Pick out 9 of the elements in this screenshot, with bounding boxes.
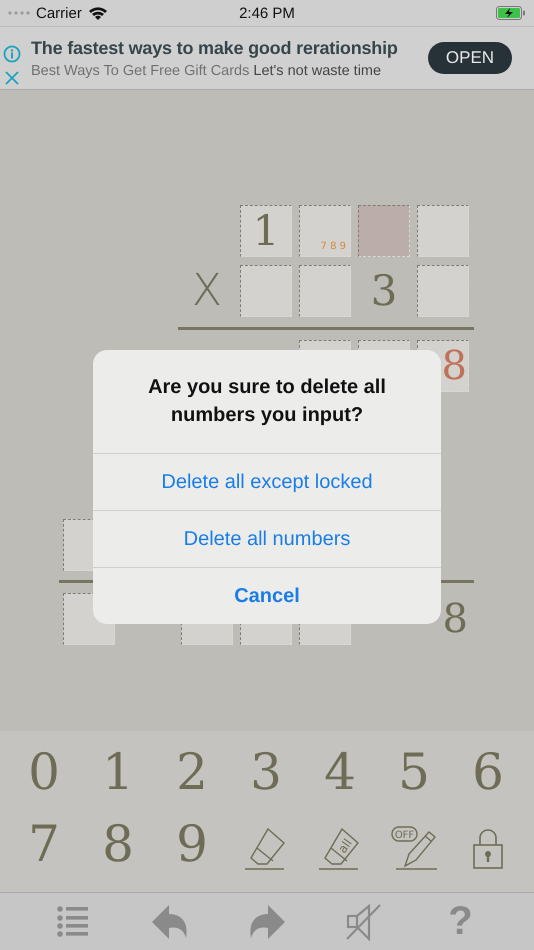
ad-tagline: Let's not waste time (253, 62, 382, 78)
ad-headline: The fastest ways to make good rerationship (31, 38, 399, 58)
ad-description: Best Ways To Get Free Gift Cards (31, 62, 250, 78)
dialog-title: Are you sure to delete all numbers you input? (147, 375, 387, 428)
multiply-sign: X (192, 269, 222, 313)
status-time: 2:46 PM (238, 4, 296, 22)
carrier-label: Carrier (36, 4, 82, 22)
given-digit: 3 (370, 270, 398, 312)
given-digit: 8 (442, 599, 468, 639)
